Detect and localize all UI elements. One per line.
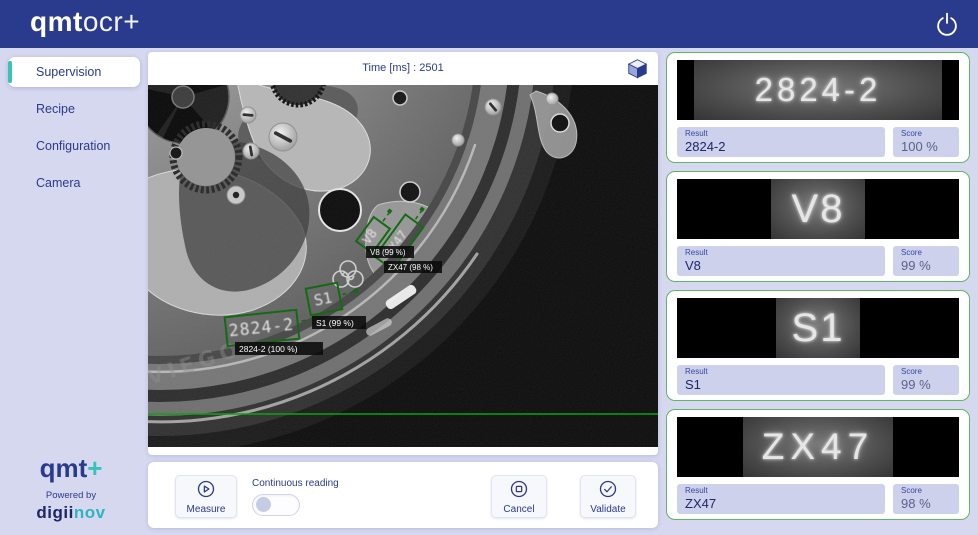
- score-label: Score: [901, 248, 951, 257]
- result-card-s1: S1 Result S1 Score 99 %: [666, 290, 970, 401]
- powered-by-label: Powered by: [0, 490, 142, 501]
- score-field: Score 99 %: [893, 246, 959, 276]
- sidebar-item-label: Supervision: [36, 65, 101, 79]
- check-circle-icon: [598, 479, 618, 502]
- sidebar-item-recipe[interactable]: Recipe: [8, 94, 140, 124]
- ocr-crop-image: V8: [677, 179, 959, 239]
- sidebar-item-label: Configuration: [36, 139, 110, 153]
- result-card-zx47: ZX47 Result ZX47 Score 98 %: [666, 409, 970, 520]
- sidebar: Supervision Recipe Configuration Camera: [8, 57, 140, 205]
- result-value: V8: [685, 258, 877, 273]
- result-field: Result ZX47: [677, 484, 885, 514]
- action-toolbar: Measure Continuous reading Cancel Valida…: [148, 462, 658, 528]
- sidebar-item-label: Camera: [36, 176, 80, 190]
- stop-circle-icon: [509, 479, 529, 502]
- result-value: S1: [685, 377, 877, 392]
- measure-button[interactable]: Measure: [175, 475, 237, 518]
- continuous-reading-label: Continuous reading: [252, 478, 339, 489]
- digiinov-logo-dark: digii: [36, 503, 73, 522]
- cancel-button[interactable]: Cancel: [491, 475, 547, 518]
- qmt-logo-plus: +: [87, 453, 102, 483]
- power-button[interactable]: [934, 11, 960, 37]
- digiinov-logo: digiinov: [0, 503, 142, 523]
- score-value: 99 %: [901, 258, 951, 273]
- score-value: 98 %: [901, 496, 951, 511]
- measure-time-label: Time [ms] : 2501: [148, 52, 658, 85]
- app-logo: qmtocr+: [30, 6, 140, 38]
- camera-image-watch-movement: VIEGO 2824-2 S1 V8 ZX47: [148, 85, 658, 447]
- ocr-crop-image: S1: [677, 298, 959, 358]
- result-card-2824-2: 2824-2 Result 2824-2 Score 100 %: [666, 52, 970, 163]
- sidebar-item-label: Recipe: [36, 102, 75, 116]
- brand-footer: qmt+ Powered by digiinov: [0, 453, 142, 523]
- crop-text: S1: [792, 306, 845, 351]
- sidebar-item-configuration[interactable]: Configuration: [8, 131, 140, 161]
- logo-primary: qmt: [30, 6, 83, 37]
- result-label: Result: [685, 129, 877, 138]
- play-circle-icon: [196, 479, 216, 502]
- logo-secondary: ocr+: [83, 6, 140, 37]
- crop-text: 2824-2: [755, 71, 882, 109]
- result-label: Result: [685, 367, 877, 376]
- crop-text: ZX47: [762, 426, 874, 468]
- power-icon: [934, 25, 960, 40]
- validate-button[interactable]: Validate: [580, 475, 636, 518]
- result-field: Result S1: [677, 365, 885, 395]
- cancel-button-label: Cancel: [503, 504, 534, 515]
- crop-text: V8: [792, 187, 845, 232]
- ocr-crop-image: 2824-2: [677, 60, 959, 120]
- score-label: Score: [901, 129, 951, 138]
- camera-view-panel: Time [ms] : 2501: [148, 52, 658, 455]
- sidebar-item-supervision[interactable]: Supervision: [8, 57, 140, 87]
- sidebar-item-camera[interactable]: Camera: [8, 168, 140, 198]
- qmt-plus-logo: qmt+: [0, 453, 142, 484]
- result-field: Result 2824-2: [677, 127, 885, 157]
- measure-button-label: Measure: [187, 504, 226, 515]
- result-field: Result V8: [677, 246, 885, 276]
- score-label: Score: [901, 486, 951, 495]
- score-label: Score: [901, 367, 951, 376]
- result-label: Result: [685, 486, 877, 495]
- active-accent-bar: [8, 61, 12, 83]
- qmt-logo-text: qmt: [40, 453, 88, 483]
- score-field: Score 100 %: [893, 127, 959, 157]
- continuous-reading-toggle[interactable]: [252, 494, 300, 516]
- result-card-v8: V8 Result V8 Score 99 %: [666, 171, 970, 282]
- camera-view-header: Time [ms] : 2501: [148, 52, 658, 85]
- cube-3d-view-icon[interactable]: [627, 58, 648, 79]
- ocr-crop-image: ZX47: [677, 417, 959, 477]
- toggle-knob: [256, 497, 271, 512]
- result-label: Result: [685, 248, 877, 257]
- score-value: 99 %: [901, 377, 951, 392]
- digiinov-logo-teal: nov: [74, 503, 106, 522]
- score-field: Score 98 %: [893, 484, 959, 514]
- validate-button-label: Validate: [590, 504, 625, 515]
- results-panel: 2824-2 Result 2824-2 Score 100 % V8 Resu…: [666, 52, 970, 528]
- app-header: qmtocr+: [0, 0, 978, 48]
- score-field: Score 99 %: [893, 365, 959, 395]
- result-value: ZX47: [685, 496, 877, 511]
- result-value: 2824-2: [685, 139, 877, 154]
- score-value: 100 %: [901, 139, 951, 154]
